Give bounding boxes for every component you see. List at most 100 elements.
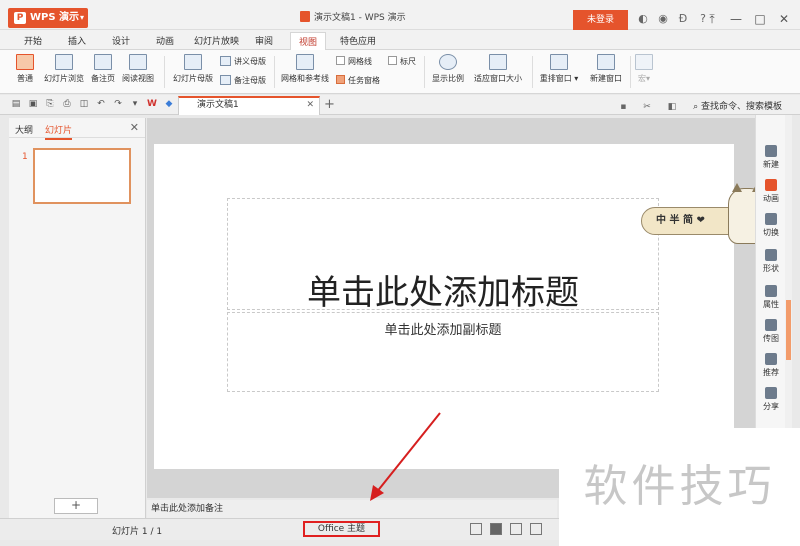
skin-icon[interactable]: ◐	[636, 12, 650, 26]
normal-view-icon	[16, 54, 34, 70]
normal-view-button[interactable]: 普通	[12, 54, 38, 84]
redo-icon[interactable]: ↷	[112, 98, 124, 110]
ruler-checkbox[interactable]: 标尺	[388, 56, 416, 67]
chevron-down-icon[interactable]: ▾	[129, 98, 141, 110]
close-tab-icon[interactable]: ✕	[306, 98, 314, 113]
new-tab-icon[interactable]: +	[324, 97, 335, 112]
arrange-window-button[interactable]: 重排窗口 ▾	[536, 54, 582, 84]
export-icon[interactable]: ⎘	[44, 98, 56, 110]
watermark: 软件技巧	[559, 428, 800, 546]
title-placeholder-text: 单击此处添加标题	[307, 273, 579, 313]
right-transition-button[interactable]: 切换	[756, 213, 786, 238]
annotation-arrow	[370, 412, 441, 501]
slide-browse-button[interactable]: 幻灯片浏览	[42, 54, 86, 84]
notes-page-button[interactable]: 备注页	[90, 54, 116, 84]
tab-animation[interactable]: 动画	[156, 34, 174, 47]
close-icon[interactable]: ✕	[775, 10, 793, 28]
open-folder-icon[interactable]: ▤	[10, 98, 22, 110]
subtitle-placeholder[interactable]: 单击此处添加副标题	[227, 312, 659, 392]
window-title: 演示文稿1 - WPS 演示	[300, 10, 406, 23]
grid-guides-button[interactable]: 网格和参考线	[278, 54, 332, 84]
wps-logo-icon: P	[14, 12, 26, 24]
checkbox-icon	[336, 56, 345, 65]
add-slide-button[interactable]: +	[54, 498, 98, 514]
right-share-button[interactable]: 分享	[756, 387, 786, 412]
brand-icon[interactable]: Ð	[676, 12, 690, 26]
notes-page-icon	[94, 54, 112, 70]
tab-special[interactable]: 特色应用	[340, 34, 376, 47]
gridlines-checkbox[interactable]: 网格线	[336, 56, 372, 67]
notes-pane[interactable]: 单击此处添加备注	[147, 500, 557, 518]
maximize-icon[interactable]: □	[751, 10, 769, 28]
slide-thumbnail[interactable]	[33, 148, 131, 204]
theme-name[interactable]: Office 主题	[303, 521, 380, 537]
fit-window-button[interactable]: 适应窗口大小	[470, 54, 526, 84]
tab-review[interactable]: 审阅	[255, 34, 273, 47]
slide-master-icon	[184, 54, 202, 70]
subtitle-placeholder-text: 单击此处添加副标题	[384, 323, 502, 338]
share-icon	[765, 387, 777, 399]
notes-toggle-icon[interactable]	[470, 523, 482, 535]
close-panel-icon[interactable]: ✕	[130, 121, 139, 134]
grid-icon	[296, 54, 314, 70]
document-tab[interactable]: 演示文稿1 ✕	[178, 96, 320, 115]
checkbox-checked-icon	[336, 75, 345, 84]
tab-slides[interactable]: 幻灯片	[45, 123, 73, 140]
save-icon[interactable]: ▣	[27, 98, 39, 110]
slide-sorter-icon[interactable]	[510, 523, 522, 535]
arrange-window-icon	[550, 54, 568, 70]
print-icon[interactable]: ⎙	[61, 98, 73, 110]
slide-master-button[interactable]: 幻灯片母版	[170, 54, 216, 84]
login-button[interactable]: 未登录	[573, 10, 628, 30]
right-shape-button[interactable]: 形状	[756, 249, 786, 274]
notes-master-button[interactable]: 备注母版	[220, 75, 266, 86]
right-recommend-button[interactable]: 推荐	[756, 353, 786, 378]
recommend-icon	[765, 353, 777, 365]
checkbox-icon	[388, 56, 397, 65]
new-window-button[interactable]: 新建窗口	[586, 54, 626, 84]
handout-master-button[interactable]: 讲义母版	[220, 56, 266, 67]
reading-view-icon[interactable]	[530, 523, 542, 535]
right-new-button[interactable]: 新建	[756, 145, 786, 170]
right-properties-button[interactable]: 属性	[756, 285, 786, 310]
feedback-icon[interactable]: ◉	[656, 12, 670, 26]
book-icon	[129, 54, 147, 70]
tab-outline[interactable]: 大纲	[15, 123, 33, 136]
right-animation-button[interactable]: 动画	[756, 179, 786, 204]
handout-icon	[220, 56, 231, 66]
skin-icon[interactable]: ◧	[668, 102, 677, 112]
scissors-icon[interactable]: ✂	[643, 102, 651, 112]
reading-view-button[interactable]: 阅读视图	[120, 54, 156, 84]
normal-view-icon[interactable]	[490, 523, 502, 535]
title-placeholder[interactable]: 单击此处添加标题	[227, 198, 659, 313]
tab-slideshow[interactable]: 幻灯片放映	[194, 34, 239, 47]
scrollbar-thumb[interactable]	[786, 300, 791, 360]
macro-button[interactable]: 宏▾	[634, 54, 654, 84]
wps-w-icon[interactable]: W	[146, 98, 158, 110]
tab-home[interactable]: 开始	[24, 34, 42, 47]
minimize-icon[interactable]: —	[727, 10, 745, 28]
ribbon-tabs: 开始 插入 设计 动画 幻灯片放映 审阅 视图 特色应用	[0, 30, 800, 50]
animation-icon	[765, 179, 777, 191]
upload-icon[interactable]: ⤒	[703, 10, 721, 28]
undo-icon[interactable]: ↶	[95, 98, 107, 110]
slide-number: 1	[22, 152, 28, 162]
command-search[interactable]: ▪ ✂ ◧ ⌕ 查找命令、搜索模板	[620, 99, 782, 112]
app-menu-button[interactable]: P WPS 演示 ▾	[8, 8, 88, 28]
tab-insert[interactable]: 插入	[68, 34, 86, 47]
shape-icon	[765, 249, 777, 261]
tab-view[interactable]: 视图	[290, 32, 327, 50]
macro-icon	[635, 54, 653, 70]
presentation-file-icon	[300, 11, 310, 22]
zoom-button[interactable]: 显示比例	[430, 54, 466, 84]
comment-icon[interactable]: ▪	[620, 102, 626, 112]
right-upload-image-button[interactable]: 传图	[756, 319, 786, 344]
tab-design[interactable]: 设计	[112, 34, 130, 47]
new-window-icon	[597, 54, 615, 70]
task-pane-checkbox[interactable]: 任务窗格	[336, 75, 380, 86]
slides-panel: 大纲 幻灯片 ✕ 1 +	[9, 118, 146, 518]
fit-window-icon	[489, 54, 507, 70]
slide-counter: 幻灯片 1 / 1	[112, 527, 163, 537]
print-preview-icon[interactable]: ◫	[78, 98, 90, 110]
cube-icon[interactable]: ◆	[163, 98, 175, 110]
